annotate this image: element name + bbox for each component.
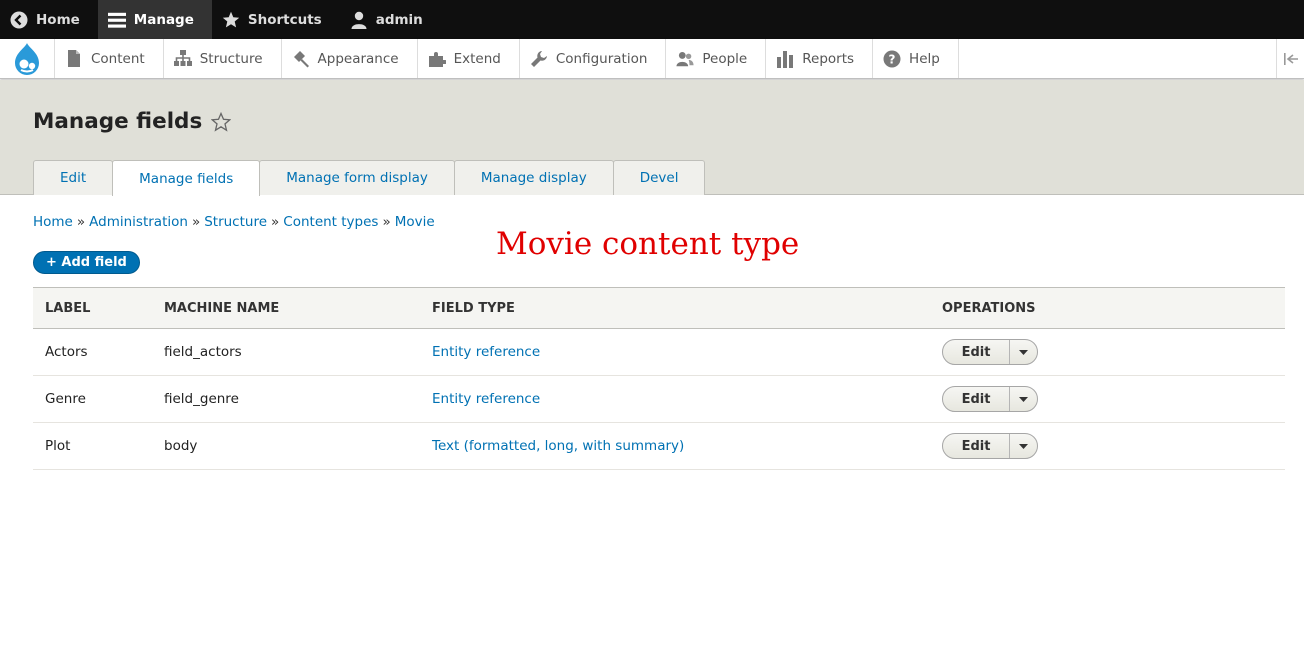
add-field-button[interactable]: + Add field	[33, 251, 140, 274]
table-header-row: Label Machine name Field type Operations	[33, 287, 1285, 329]
star-outline-icon[interactable]	[211, 111, 232, 132]
edit-button[interactable]: Edit	[943, 340, 1010, 364]
menu-item-label: Content	[91, 50, 145, 67]
edit-button[interactable]: Edit	[943, 387, 1010, 411]
breadcrumb-separator: »	[271, 214, 280, 230]
document-icon	[65, 50, 83, 68]
breadcrumb-separator: »	[191, 214, 201, 230]
operations-dropbutton: Edit	[942, 339, 1038, 365]
back-arrow-icon	[10, 11, 28, 29]
table-row: Plot body Text (formatted, long, with su…	[33, 422, 1285, 470]
column-header-label: Label	[33, 287, 164, 329]
menu-item-content[interactable]: Content	[55, 39, 164, 78]
field-type-link[interactable]: Entity reference	[432, 391, 540, 407]
wrench-icon	[530, 50, 548, 68]
page-title-text: Manage fields	[33, 109, 203, 134]
toolbar-shortcuts-label: Shortcuts	[247, 11, 322, 28]
menu-item-appearance[interactable]: Appearance	[282, 39, 418, 78]
breadcrumb-administration[interactable]: Administration	[89, 214, 188, 230]
field-machine-name: field_genre	[164, 375, 432, 423]
collapse-tray-icon[interactable]	[1276, 39, 1304, 78]
column-header-machine-name: Machine name	[164, 287, 432, 329]
toolbar-manage[interactable]: Manage	[97, 0, 212, 39]
help-icon: ?	[883, 50, 901, 68]
top-toolbar: Home Manage Shortcuts admin	[0, 0, 1304, 39]
menu-item-reports[interactable]: Reports	[766, 39, 874, 78]
svg-text:?: ?	[889, 52, 896, 66]
menu-item-configuration[interactable]: Configuration	[520, 39, 667, 78]
admin-menu-tray: Content Structure Appearance Extend Conf…	[0, 39, 1304, 79]
hamburger-icon	[107, 11, 126, 29]
operations-dropbutton: Edit	[942, 433, 1038, 459]
sitemap-icon	[173, 50, 192, 68]
menu-item-label: Help	[909, 50, 940, 67]
breadcrumb-content-types[interactable]: Content types	[283, 214, 378, 230]
field-label: Genre	[33, 375, 164, 423]
toolbar-user[interactable]: admin	[340, 0, 441, 39]
tab-manage-fields[interactable]: Manage fields	[112, 160, 261, 196]
dropdown-toggle-icon[interactable]	[1010, 387, 1037, 411]
table-row: Genre field_genre Entity reference Edit	[33, 375, 1285, 423]
menu-item-label: People	[702, 50, 748, 67]
menu-item-label: Appearance	[317, 50, 399, 67]
menu-item-label: Reports	[802, 50, 855, 67]
tab-edit[interactable]: Edit	[33, 160, 114, 195]
menu-item-label: Configuration	[555, 50, 648, 67]
fields-table: Label Machine name Field type Operations…	[33, 287, 1285, 470]
field-label: Actors	[33, 328, 164, 376]
breadcrumb-structure[interactable]: Structure	[204, 214, 267, 230]
annotation-text: Movie content type	[496, 226, 800, 262]
table-row: Actors field_actors Entity reference Edi…	[33, 328, 1285, 376]
edit-button[interactable]: Edit	[943, 434, 1010, 458]
menu-item-extend[interactable]: Extend	[418, 39, 520, 78]
menu-item-label: Extend	[453, 50, 501, 67]
menu-item-people[interactable]: People	[666, 39, 767, 78]
paintbrush-icon	[292, 50, 310, 68]
tab-devel[interactable]: Devel	[612, 160, 706, 195]
toolbar-home[interactable]: Home	[0, 0, 98, 39]
breadcrumb: Home» Administration» Structure» Content ty…	[33, 214, 435, 230]
page-header: Manage fields Edit Manage fields Manage …	[0, 80, 1304, 196]
breadcrumb-separator: »	[382, 214, 391, 230]
field-type-link[interactable]: Text (formatted, long, with summary)	[432, 438, 684, 454]
toolbar-shortcuts[interactable]: Shortcuts	[212, 0, 340, 39]
menu-item-help[interactable]: ? Help	[873, 39, 959, 78]
puzzle-icon	[428, 50, 446, 68]
dropdown-toggle-icon[interactable]	[1010, 340, 1037, 364]
operations-dropbutton: Edit	[942, 386, 1038, 412]
toolbar-user-label: admin	[375, 11, 423, 28]
field-machine-name: field_actors	[164, 328, 432, 376]
drupal-logo-icon[interactable]	[0, 39, 55, 78]
toolbar-home-label: Home	[36, 11, 80, 28]
tab-manage-form-display[interactable]: Manage form display	[259, 160, 455, 195]
bar-chart-icon	[776, 50, 794, 68]
star-filled-icon	[222, 11, 240, 29]
breadcrumb-separator: »	[76, 214, 86, 230]
field-type-link[interactable]: Entity reference	[432, 344, 540, 360]
breadcrumb-movie[interactable]: Movie	[395, 214, 435, 230]
tab-manage-display[interactable]: Manage display	[453, 160, 614, 195]
primary-tabs: Edit Manage fields Manage form display M…	[33, 160, 706, 196]
field-label: Plot	[33, 422, 164, 470]
user-icon	[350, 11, 368, 29]
menu-item-label: Structure	[199, 50, 263, 67]
dropdown-toggle-icon[interactable]	[1010, 434, 1037, 458]
toolbar-manage-label: Manage	[133, 11, 194, 28]
breadcrumb-home[interactable]: Home	[33, 214, 73, 230]
page-title: Manage fields	[33, 109, 232, 134]
column-header-field-type: Field type	[432, 287, 942, 329]
menu-item-structure[interactable]: Structure	[164, 39, 282, 78]
column-header-operations: Operations	[942, 287, 1285, 329]
people-icon	[676, 50, 694, 68]
field-machine-name: body	[164, 422, 432, 470]
